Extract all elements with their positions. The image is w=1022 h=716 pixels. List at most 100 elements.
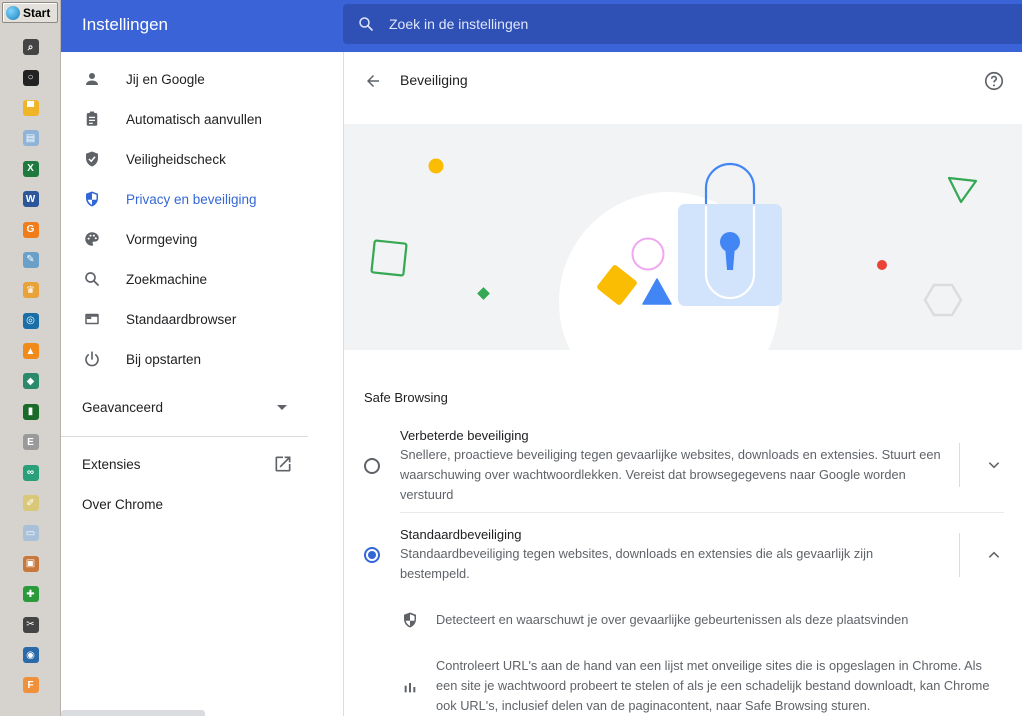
sidebar-item-label: Vormgeving	[126, 231, 198, 247]
start-button[interactable]: Start	[2, 2, 58, 23]
sidebar-item-over-chrome[interactable]: Over Chrome	[61, 484, 343, 524]
sidebar-item-veiligheidscheck[interactable]: Veiligheidscheck	[61, 139, 343, 179]
taskbar-app[interactable]: E	[0, 427, 61, 457]
taskbar-app[interactable]: ▲	[0, 336, 61, 366]
taskbar-app[interactable]: ▀	[0, 93, 61, 123]
help-button[interactable]	[983, 70, 1005, 92]
sidebar-advanced-toggle[interactable]: Geavanceerd	[61, 387, 343, 427]
person-icon	[82, 69, 102, 89]
sidebar-item-label: Zoekmachine	[126, 271, 208, 287]
option-description: Snellere, proactieve beveiliging tegen g…	[400, 447, 941, 502]
taskbar-app[interactable]: ◆	[0, 366, 61, 396]
sidebar-item-bij-opstarten[interactable]: Bij opstarten	[61, 339, 343, 379]
chevron-up-icon	[988, 551, 1000, 558]
eac-icon: E	[22, 434, 39, 451]
shield-outline-icon	[400, 610, 420, 630]
shield-check-icon	[82, 149, 102, 169]
taskbar-app[interactable]: ✚	[0, 579, 61, 609]
sidebar-item-label: Privacy en beveiliging	[126, 191, 257, 207]
taskbar-app[interactable]: G	[0, 214, 61, 244]
tripadvisor-icon: ∞	[22, 464, 39, 481]
sidebar-item-jij-en-google[interactable]: Jij en Google	[61, 59, 343, 99]
app-orange-icon: G	[22, 221, 39, 238]
collapse-standard-button[interactable]	[984, 545, 1004, 565]
option-divider	[959, 443, 960, 487]
option-title: Verbeterde beveiliging	[400, 428, 529, 443]
search-icon: ⌕	[22, 39, 39, 56]
sidebar-item-label: Bij opstarten	[126, 351, 202, 367]
taskbar-app[interactable]: W	[0, 184, 61, 214]
search-icon[interactable]	[357, 15, 375, 33]
option-title: Standaardbeveiliging	[400, 527, 522, 542]
back-button[interactable]	[362, 70, 384, 92]
sidebar-scroll-strip	[61, 710, 205, 716]
taskbar-app[interactable]: ✐	[0, 488, 61, 518]
detail-text: Detecteert en waarschuwt je over gevaarl…	[436, 612, 909, 627]
option-description: Standaardbeveiliging tegen websites, dow…	[400, 546, 874, 581]
app-crown-icon: ♛	[22, 282, 39, 299]
taskbar-app[interactable]: ✂	[0, 609, 61, 639]
taskbar-app[interactable]: ◎	[0, 306, 61, 336]
calendar-2014-icon: ◉	[22, 647, 39, 663]
sidebar-item-automatisch-aanvullen[interactable]: Automatisch aanvullen	[61, 99, 343, 139]
taskbar-app[interactable]: ▣	[0, 549, 61, 579]
browser-icon	[82, 309, 102, 329]
expand-enhanced-button[interactable]	[984, 455, 1004, 475]
option-divider	[959, 533, 960, 577]
taskbar-app[interactable]: X	[0, 154, 61, 184]
search-input[interactable]	[389, 16, 949, 32]
bar-chart-icon	[400, 677, 420, 697]
taskbar-app[interactable]: ⌕	[0, 32, 61, 62]
file-explorer-icon: ▀	[22, 99, 39, 116]
excel-icon: X	[22, 160, 39, 177]
page-title: Beveiliging	[400, 72, 468, 88]
security-illustration	[370, 158, 978, 350]
taskbar-app[interactable]: ♛	[0, 275, 61, 305]
sidebar-item-label: Jij en Google	[126, 71, 205, 87]
paint-icon: ✎	[22, 251, 39, 268]
sidebar-item-privacy-en-beveiliging[interactable]: Privacy en beveiliging	[61, 179, 343, 219]
image-app-icon: ▣	[22, 555, 39, 572]
vlc-icon: ▲	[22, 343, 39, 360]
page-header: Beveiliging	[344, 52, 1022, 124]
app-diamond-icon: ◆	[22, 373, 39, 390]
taskbar-app[interactable]: ▤	[0, 123, 61, 153]
audio-meter-icon: ▮	[22, 403, 39, 420]
sidebar-item-label: Automatisch aanvullen	[126, 111, 262, 127]
taskbar-app[interactable]: F	[0, 670, 61, 700]
search-box[interactable]	[343, 4, 1022, 44]
taskbar-app[interactable]: ▮	[0, 397, 61, 427]
about-label: Over Chrome	[82, 496, 164, 512]
help-icon	[984, 71, 1004, 91]
sidebar-item-standaardbrowser[interactable]: Standaardbrowser	[61, 299, 343, 339]
tool-icon: ✂	[22, 616, 39, 633]
sidebar-item-vormgeving[interactable]: Vormgeving	[61, 219, 343, 259]
taskbar-app[interactable]: ○	[0, 62, 61, 92]
start-logo-icon	[6, 5, 20, 20]
chevron-down-icon	[988, 462, 1000, 469]
notepad-icon: ▤	[22, 130, 39, 147]
radio-enhanced-protection[interactable]	[364, 458, 380, 474]
detail-text: Controleert URL's aan de hand van een li…	[436, 658, 990, 713]
sidebar-item-extensies[interactable]: Extensies	[61, 444, 343, 484]
security-illustration-banner	[344, 124, 1022, 350]
taskbar-app[interactable]: ∞	[0, 457, 61, 487]
os-taskbar: Start ⌕ ○ ▀ ▤ X W G ✎ ♛ ◎ ▲ ◆ ▮ E ∞ ✐ ▭ ▣ ✚ ✂ ◉ F	[0, 0, 61, 716]
settings-sidebar: Jij en Google Automatisch aanvullen Veil…	[61, 52, 343, 716]
radio-standard-protection[interactable]	[364, 547, 380, 563]
taskbar-app[interactable]: ✎	[0, 245, 61, 275]
taskbar-icon-list: ⌕ ○ ▀ ▤ X W G ✎ ♛ ◎ ▲ ◆ ▮ E ∞ ✐ ▭ ▣ ✚ ✂ ◉ F	[0, 32, 61, 701]
option-separator	[400, 512, 1004, 513]
taskbar-app[interactable]: ▭	[0, 518, 61, 548]
search-icon	[82, 269, 102, 289]
start-label: Start	[23, 5, 51, 20]
main-content: Beveiliging Safe Browsing Verbeterde bev…	[343, 52, 1022, 716]
open-in-new-icon	[273, 454, 293, 474]
clipboard-icon	[82, 109, 102, 129]
word-icon: W	[22, 191, 39, 208]
sidebar-item-label: Veiligheidscheck	[126, 151, 226, 167]
media-disc-icon: ◎	[22, 312, 39, 329]
sidebar-item-label: Standaardbrowser	[126, 311, 237, 327]
taskbar-app[interactable]: ◉	[0, 640, 61, 670]
sidebar-item-zoekmachine[interactable]: Zoekmachine	[61, 259, 343, 299]
